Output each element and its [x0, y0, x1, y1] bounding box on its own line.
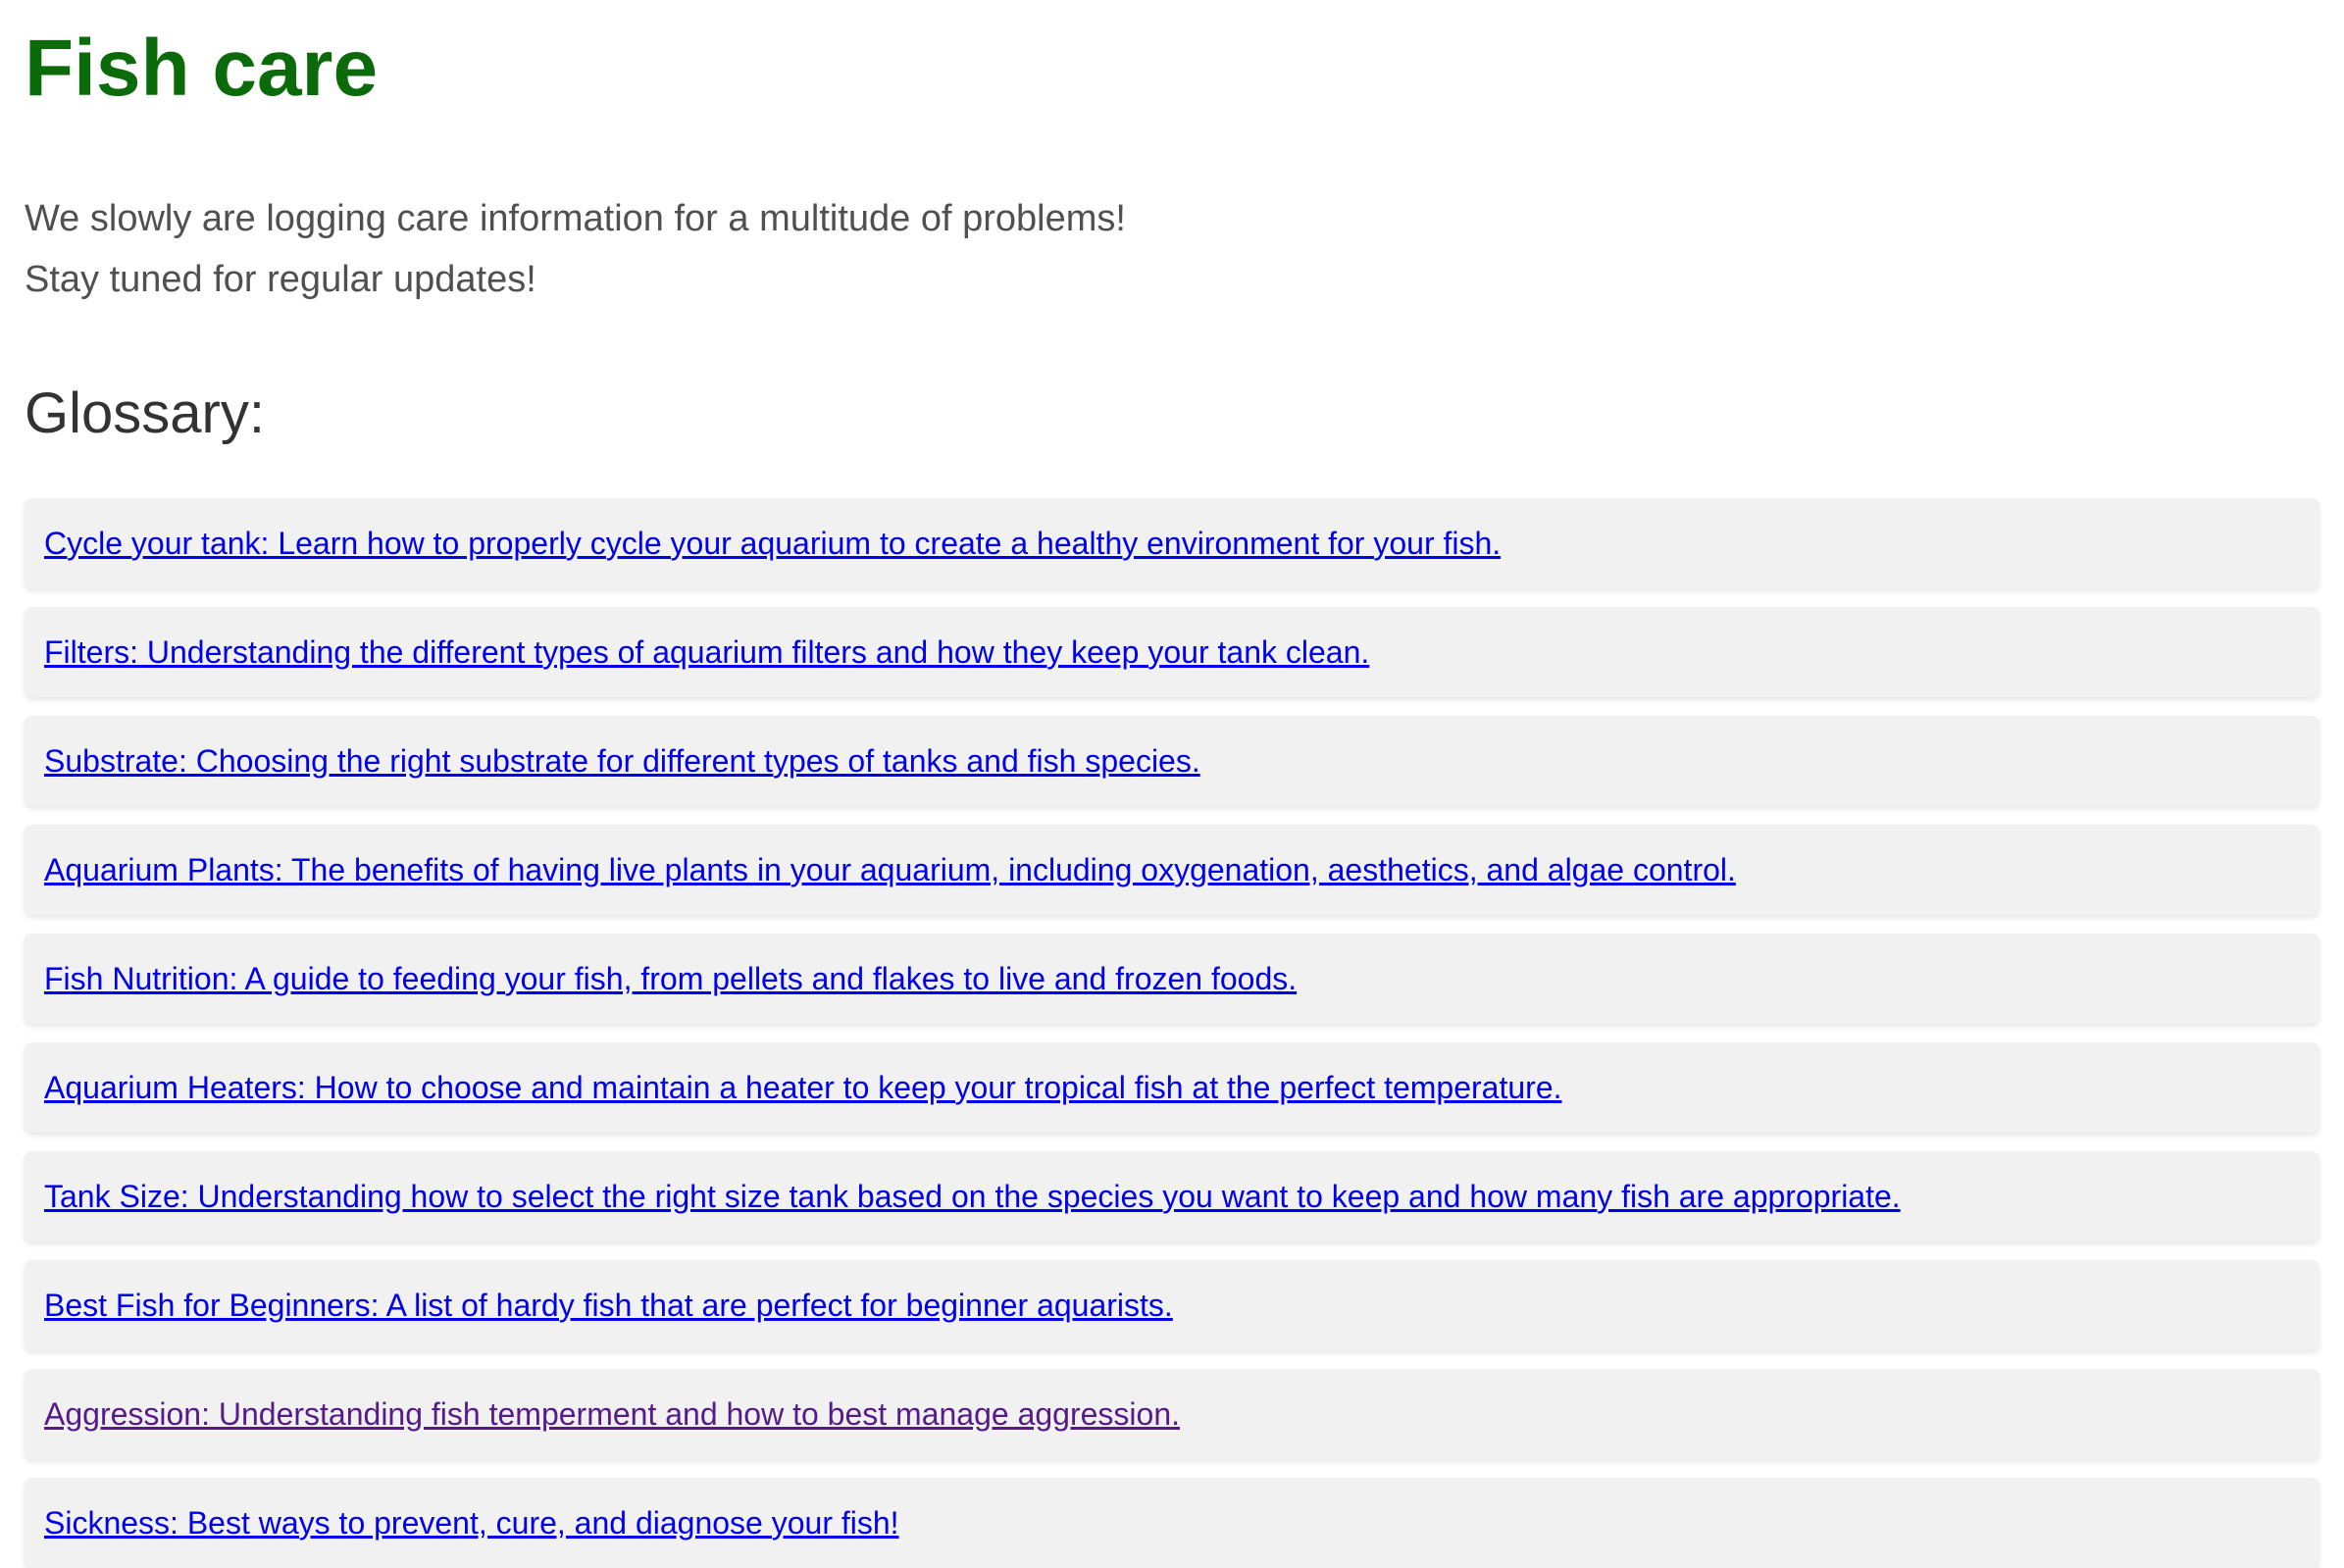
glossary-link-filters[interactable]: Filters: Understanding the different typ…	[44, 634, 1369, 671]
glossary-link-aggression[interactable]: Aggression: Understanding fish tempermen…	[44, 1396, 1180, 1433]
glossary-item-aggression: Aggression: Understanding fish tempermen…	[25, 1369, 2319, 1459]
glossary-item-tank-size: Tank Size: Understanding how to select t…	[25, 1151, 2319, 1241]
glossary-heading: Glossary:	[25, 381, 265, 445]
glossary-item-best-fish-beginners: Best Fish for Beginners: A list of hardy…	[25, 1260, 2319, 1350]
glossary-link-best-fish-beginners[interactable]: Best Fish for Beginners: A list of hardy…	[44, 1288, 1173, 1324]
glossary-item-aquarium-plants: Aquarium Plants: The benefits of having …	[25, 825, 2319, 915]
glossary-item-substrate: Substrate: Choosing the right substrate …	[25, 716, 2319, 806]
glossary-link-aquarium-heaters[interactable]: Aquarium Heaters: How to choose and main…	[44, 1070, 1562, 1106]
page-title: Fish care	[25, 24, 379, 113]
intro-line-2: Stay tuned for regular updates!	[25, 259, 536, 300]
glossary-item-cycle-tank: Cycle your tank: Learn how to properly c…	[25, 498, 2319, 588]
glossary-item-filters: Filters: Understanding the different typ…	[25, 607, 2319, 697]
glossary-link-sickness[interactable]: Sickness: Best ways to prevent, cure, an…	[44, 1505, 899, 1542]
glossary-link-fish-nutrition[interactable]: Fish Nutrition: A guide to feeding your …	[44, 961, 1297, 997]
glossary-item-fish-nutrition: Fish Nutrition: A guide to feeding your …	[25, 934, 2319, 1024]
glossary-link-substrate[interactable]: Substrate: Choosing the right substrate …	[44, 743, 1200, 780]
glossary-link-tank-size[interactable]: Tank Size: Understanding how to select t…	[44, 1179, 1901, 1215]
glossary-list: Cycle your tank: Learn how to properly c…	[25, 498, 2319, 1568]
glossary-link-aquarium-plants[interactable]: Aquarium Plants: The benefits of having …	[44, 852, 1736, 888]
glossary-item-sickness: Sickness: Best ways to prevent, cure, an…	[25, 1478, 2319, 1568]
intro-text: We slowly are logging care information f…	[25, 188, 2319, 310]
glossary-link-cycle-tank[interactable]: Cycle your tank: Learn how to properly c…	[44, 526, 1501, 562]
page: Fish care We slowly are logging care inf…	[0, 0, 2344, 1568]
intro-line-1: We slowly are logging care information f…	[25, 198, 1126, 239]
glossary-item-aquarium-heaters: Aquarium Heaters: How to choose and main…	[25, 1042, 2319, 1133]
